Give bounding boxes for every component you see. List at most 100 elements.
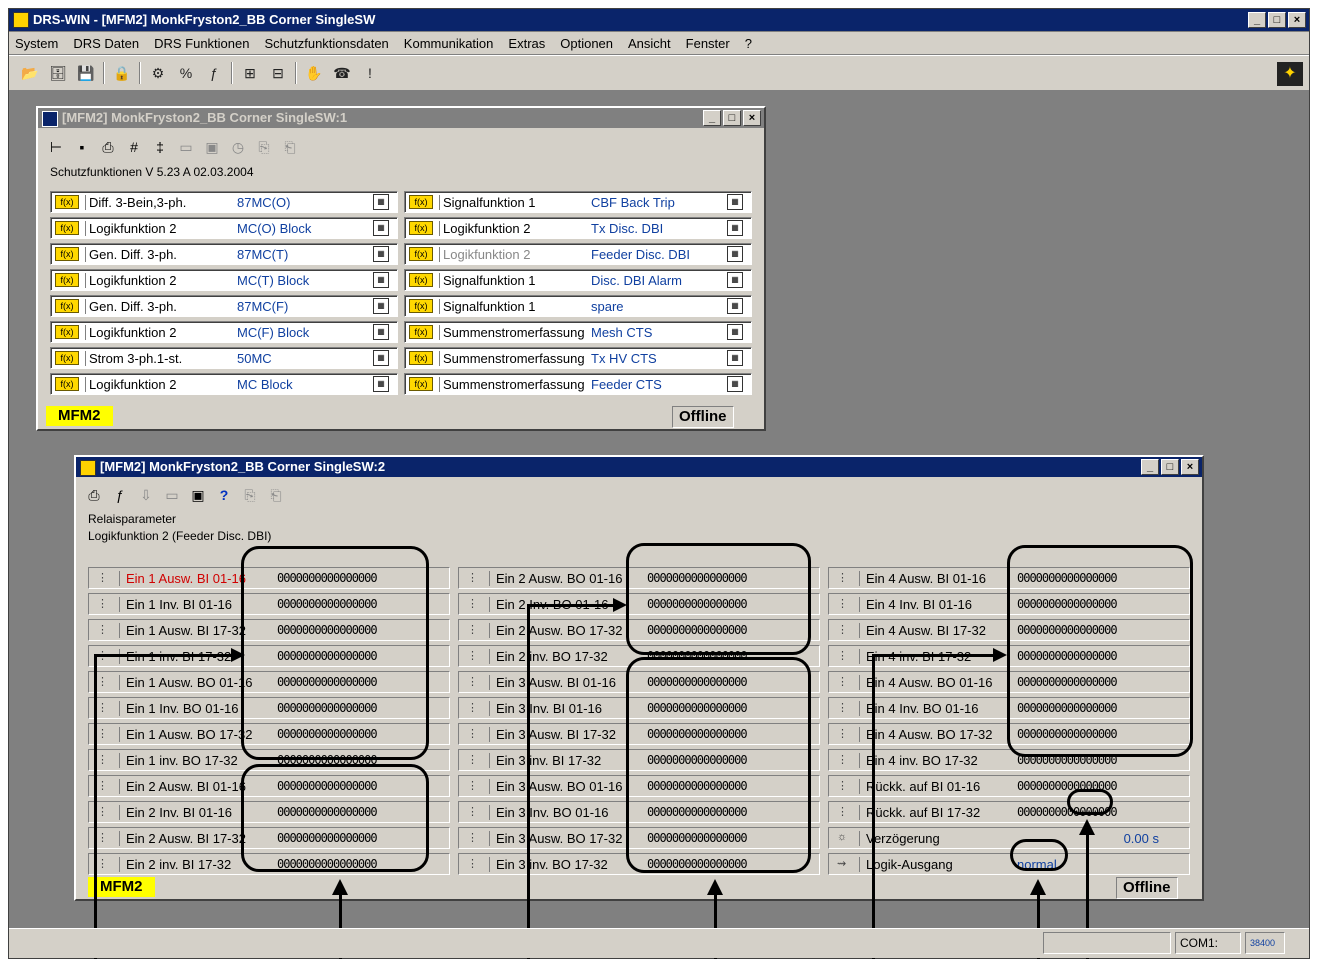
minimize-button[interactable]: _ [1248, 12, 1266, 28]
maximize-button[interactable]: □ [1268, 12, 1286, 28]
menu-kommunikation[interactable]: Kommunikation [404, 36, 494, 51]
function-row[interactable]: f(x) Signalfunktion 1 Disc. DBI Alarm ▦ [404, 269, 752, 291]
device-icon[interactable]: ▦ [373, 376, 389, 392]
win1-minimize-button[interactable]: _ [703, 110, 721, 126]
display-icon[interactable]: ▣ [188, 485, 208, 505]
marker-icon[interactable]: ! [359, 62, 381, 84]
menu-drs-funktionen[interactable]: DRS Funktionen [154, 36, 249, 51]
monitor-icon[interactable]: ▣ [202, 137, 222, 157]
percent-icon[interactable]: % [175, 62, 197, 84]
device-icon[interactable]: ▦ [727, 194, 743, 210]
device-icon[interactable]: ▦ [373, 246, 389, 262]
annotation-arrowhead [231, 648, 245, 662]
menu-system[interactable]: System [15, 36, 58, 51]
toolbar-separator [295, 62, 297, 84]
monitor-icon[interactable]: ▭ [162, 485, 182, 505]
function-row[interactable]: f(x) Summenstromerfassung Tx HV CTS ▦ [404, 347, 752, 369]
print-icon[interactable]: ⎙ [98, 137, 118, 157]
function-row[interactable]: f(x) Summenstromerfassung Feeder CTS ▦ [404, 373, 752, 395]
device-icon[interactable]: ▦ [373, 298, 389, 314]
function-row[interactable]: f(x) Diff. 3-Bein,3-ph. 87MC(O) ▦ [50, 191, 398, 213]
grid-icon[interactable]: # [124, 137, 144, 157]
device-icon[interactable]: ▦ [727, 350, 743, 366]
device-icon[interactable]: ▦ [727, 324, 743, 340]
function-row[interactable]: f(x) Signalfunktion 1 CBF Back Trip ▦ [404, 191, 752, 213]
device-icon[interactable]: ▦ [373, 324, 389, 340]
settings-icon[interactable]: ⚙ [147, 62, 169, 84]
device-icon[interactable]: ▦ [727, 376, 743, 392]
device-icon[interactable]: ▦ [727, 246, 743, 262]
clock-icon[interactable]: ◷ [228, 137, 248, 157]
parameter-name: Ein 3 Ausw. BI 01-16 [489, 675, 616, 690]
win1-maximize-button[interactable]: □ [723, 110, 741, 126]
annotation-arrow [94, 654, 234, 657]
device-icon[interactable]: 🗄 [47, 62, 69, 84]
function-row[interactable]: f(x) Logikfunktion 2 MC(T) Block ▦ [50, 269, 398, 291]
device-icon[interactable]: ▦ [373, 272, 389, 288]
function-name: Summenstromerfassung [439, 325, 585, 340]
menu-optionen[interactable]: Optionen [560, 36, 613, 51]
export-icon[interactable]: ⎘ [254, 137, 274, 157]
import-icon[interactable]: ⎗ [280, 137, 300, 157]
connection-status: Offline [1116, 877, 1178, 899]
wizard-icon[interactable]: ✦ [1277, 62, 1303, 86]
function-row[interactable]: f(x) Summenstromerfassung Mesh CTS ▦ [404, 321, 752, 343]
copy-icon[interactable]: ⎗ [266, 485, 286, 505]
device-icon[interactable]: ▦ [373, 194, 389, 210]
device-icon[interactable]: ▦ [727, 272, 743, 288]
function-row[interactable]: f(x) Signalfunktion 1 spare ▦ [404, 295, 752, 317]
print-icon[interactable]: ⎙ [84, 485, 104, 505]
function-row[interactable]: f(x) Logikfunktion 2 Feeder Disc. DBI ▦ [404, 243, 752, 265]
win2-titlebar: [MFM2] MonkFryston2_BB Corner SingleSW:2… [76, 457, 1202, 477]
device-icon[interactable]: ▦ [373, 350, 389, 366]
menu-extras[interactable]: Extras [508, 36, 545, 51]
win2-maximize-button[interactable]: □ [1161, 459, 1179, 475]
function-row[interactable]: f(x) Logikfunktion 2 Tx Disc. DBI ▦ [404, 217, 752, 239]
device-icon[interactable]: ▦ [727, 220, 743, 236]
parameter-row[interactable]: ⇝ Logik-Ausgang normal [828, 853, 1190, 875]
menu-schutzfunktionsdaten[interactable]: Schutzfunktionsdaten [264, 36, 388, 51]
tree-icon[interactable]: ⊢ [46, 137, 66, 157]
disk-icon[interactable]: 💾 [75, 62, 97, 84]
menu-drs-daten[interactable]: DRS Daten [73, 36, 139, 51]
network-alt-icon[interactable]: ⊟ [267, 62, 289, 84]
chart-icon[interactable]: ▭ [176, 137, 196, 157]
network-icon[interactable]: ⊞ [239, 62, 261, 84]
win1-titlebar: [MFM2] MonkFryston2_BB Corner SingleSW:1… [38, 108, 764, 128]
function-row[interactable]: f(x) Gen. Diff. 3-ph. 87MC(F) ▦ [50, 295, 398, 317]
win2-minimize-button[interactable]: _ [1141, 459, 1159, 475]
phone-icon[interactable]: ☎ [331, 62, 353, 84]
function-row[interactable]: f(x) Logikfunktion 2 MC Block ▦ [50, 373, 398, 395]
function-name: Signalfunktion 1 [439, 273, 536, 288]
function-icon: f(x) [409, 377, 433, 391]
export-icon[interactable]: ⎘ [240, 485, 260, 505]
function-icon: f(x) [409, 325, 433, 339]
device-icon[interactable]: ▦ [727, 298, 743, 314]
function-row[interactable]: f(x) Gen. Diff. 3-ph. 87MC(T) ▦ [50, 243, 398, 265]
device-icon[interactable]: ▦ [373, 220, 389, 236]
function-row[interactable]: f(x) Logikfunktion 2 MC(O) Block ▦ [50, 217, 398, 239]
import-icon[interactable]: ⇩ [136, 485, 156, 505]
close-button[interactable]: × [1288, 12, 1306, 28]
function-icon: f(x) [55, 325, 79, 339]
menu-help[interactable]: ? [745, 36, 752, 51]
function-icon[interactable]: ƒ [203, 62, 225, 84]
help-icon[interactable]: ? [214, 485, 234, 505]
open-folder-icon[interactable]: 📂 [19, 62, 41, 84]
win2-close-button[interactable]: × [1181, 459, 1199, 475]
function-icon[interactable]: ƒ [110, 485, 130, 505]
menu-fenster[interactable]: Fenster [686, 36, 730, 51]
hand-icon[interactable]: ✋ [303, 62, 325, 84]
function-row[interactable]: f(x) Logikfunktion 2 MC(F) Block ▦ [50, 321, 398, 343]
lock-icon[interactable]: 🔒 [111, 62, 133, 84]
parameter-row[interactable]: ☼ Verzögerung 0.00 s [828, 827, 1190, 849]
parameter-row[interactable]: ⋮ Rückk. auf BI 17-32 0000000000000000 [828, 801, 1190, 823]
parameter-value[interactable]: 0.00 s [1124, 831, 1159, 846]
parameter-row[interactable]: ⋮ Rückk. auf BI 01-16 0000000000000000 [828, 775, 1190, 797]
win1-close-button[interactable]: × [743, 110, 761, 126]
grid-alt-icon[interactable]: ‡ [150, 137, 170, 157]
save-icon[interactable]: ▪ [72, 137, 92, 157]
menu-ansicht[interactable]: Ansicht [628, 36, 671, 51]
app-icon [13, 12, 29, 28]
function-row[interactable]: f(x) Strom 3-ph.1-st. 50MC ▦ [50, 347, 398, 369]
